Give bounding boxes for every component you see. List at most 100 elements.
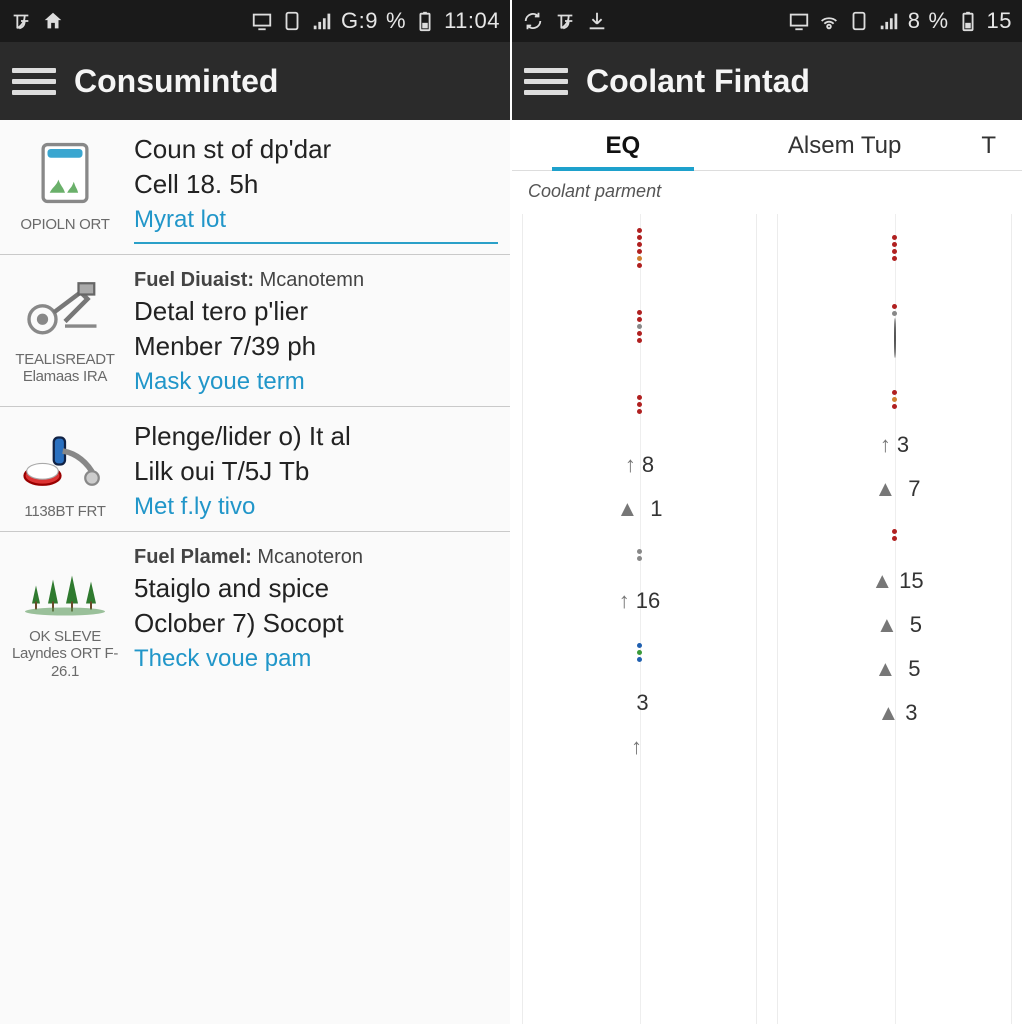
download-icon [586,10,608,32]
row-link[interactable]: Theck voue pam [134,643,498,673]
menu-icon[interactable] [12,59,56,103]
status-right: G:9 % 11:04 [251,8,500,34]
list-item-content: Plenge/lider o) It al Lilk oui T/5J Tb M… [134,421,498,521]
list-thumb: OK SLEVE Layndes ORT F-26.1 [10,546,120,680]
row-line3: Menber 7/39 ph [134,331,498,362]
signal-icon [311,10,333,32]
chart-value: ↑ 3 [880,432,909,458]
tab-eq[interactable]: EQ [512,120,734,170]
chart-value: ▲ 3 [871,700,917,726]
section-caption: Coolant parment [512,171,1022,206]
clock: 11:04 [444,8,500,34]
app-bar: Consuminted [0,42,510,120]
clock: 15 [987,8,1012,34]
row-subtitle: Fuel Diuaist: Mcanotemn [134,269,498,292]
list-thumb: OPIOLN ORT [10,134,120,244]
row-line2: Detal tero p'lier [134,296,498,327]
battery-icon [957,10,979,32]
list-item-content: Fuel Diuaist: Mcanotemn Detal tero p'lie… [134,269,498,396]
phone-right: 8 % 15 Coolant Fintad EQ Alsem Tup T Coo… [512,0,1024,1024]
list-thumb: TEALISREADT Elamaas IRA [10,269,120,396]
page-title: Consuminted [74,63,278,100]
chart-dots [637,540,642,570]
row-subtitle: Fuel Plamel: Mcanoteron [134,546,498,569]
pct-label: % [386,8,406,34]
chart-value: ↑ [631,734,648,760]
list-thumb: 1138BT FRT [10,421,120,521]
arrow-up-icon: ▲ [876,612,898,638]
trees-icon [20,546,110,624]
home-icon [42,10,64,32]
list-item[interactable]: 1138BT FRT Plenge/lider o) It al Lilk ou… [0,407,510,532]
sim-icon [848,10,870,32]
arrow-up-icon: ▲ [877,700,899,726]
arrow-up-icon: ↑ [631,734,642,760]
chart-value: ▲ 1 [616,496,662,522]
arrow-up-icon: ▲ [616,496,638,522]
signal-icon [878,10,900,32]
signal-number: 8 [908,8,921,34]
chart-value: 3 [630,690,648,716]
thumb-caption: TEALISREADT Elamaas IRA [10,351,120,386]
cast-icon [251,10,273,32]
row-subtitle-small: Mcanoteron [257,546,363,568]
chart-value: ↑ 8 [625,452,654,478]
status-left [522,10,608,32]
chart-value-text: 7 [908,476,920,502]
list-item[interactable]: OK SLEVE Layndes ORT F-26.1 Fuel Plamel:… [0,532,510,690]
row-subtitle-bold: Fuel Diuaist: [134,269,254,291]
row-subtitle-bold: Fuel Plamel: [134,546,252,568]
status-bar: G:9 % 11:04 [0,0,510,42]
chart-value-text: 3 [905,700,917,726]
wifi-icon [818,10,840,32]
cast-icon [788,10,810,32]
network-type: G:9 [341,8,378,34]
chart-dots [637,296,642,356]
tab-t[interactable]: T [955,120,1022,170]
chart-value: ▲ 7 [868,476,920,502]
chart-value: ▲ 5 [867,612,922,638]
chart-value-text: 1 [650,496,662,522]
status-bar: 8 % 15 [512,0,1022,42]
chart-column-alsem: ↑ 3 ▲ 7 ▲ 15 ▲ 5 [777,214,1012,1024]
row-subtitle-small: Mcanotemn [260,269,365,291]
chart-value-text: 16 [636,588,660,614]
list-item-content: Fuel Plamel: Mcanoteron 5taiglo and spic… [134,546,498,680]
arrow-up-icon: ↑ [625,452,636,478]
chart-dots [637,374,642,434]
menu-icon[interactable] [524,59,568,103]
chart-dots [892,384,897,414]
row-link[interactable]: Met f.ly tivo [134,491,498,521]
list-item[interactable]: OPIOLN ORT Coun st of dp'dar Cell 18. 5h… [0,120,510,255]
chart-dots [637,632,642,672]
chart-value-text: 5 [908,656,920,682]
chart-value: ▲ 5 [868,656,920,682]
status-left [10,10,64,32]
tab-alsem[interactable]: Alsem Tup [734,120,956,170]
chart-column-eq: ↑ 8 ▲ 1 ↑ 16 3 ↑ [522,214,757,1024]
status-right: 8 % 15 [788,8,1012,34]
sync-icon [522,10,544,32]
battery-icon [414,10,436,32]
thumb-caption: OPIOLN ORT [20,216,109,233]
list-item[interactable]: TEALISREADT Elamaas IRA Fuel Diuaist: Mc… [0,255,510,407]
chart-dots [637,218,642,278]
chart-area[interactable]: ↑ 8 ▲ 1 ↑ 16 3 ↑ [512,206,1022,1024]
kanji-icon [10,10,32,32]
kanji-icon [554,10,576,32]
tab-bar: EQ Alsem Tup T [512,120,1022,171]
thumb-caption: 1138BT FRT [24,503,105,520]
arrow-up-icon: ↑ [619,588,630,614]
chart-value-text: 3 [897,432,909,458]
accent-divider [134,242,498,244]
thumb-caption: OK SLEVE Layndes ORT F-26.1 [10,628,120,680]
row-link[interactable]: Mask youe term [134,366,498,396]
row-link[interactable]: Myrat lot [134,204,498,234]
chart-value-text: 8 [642,452,654,478]
app-bar: Coolant Fintad [512,42,1022,120]
arrow-up-icon: ▲ [871,568,893,594]
chart-value-text: 15 [899,568,923,594]
chart-value-text: 3 [636,690,648,716]
phone-left: G:9 % 11:04 Consuminted [0,0,512,1024]
chart-dots [892,296,897,366]
